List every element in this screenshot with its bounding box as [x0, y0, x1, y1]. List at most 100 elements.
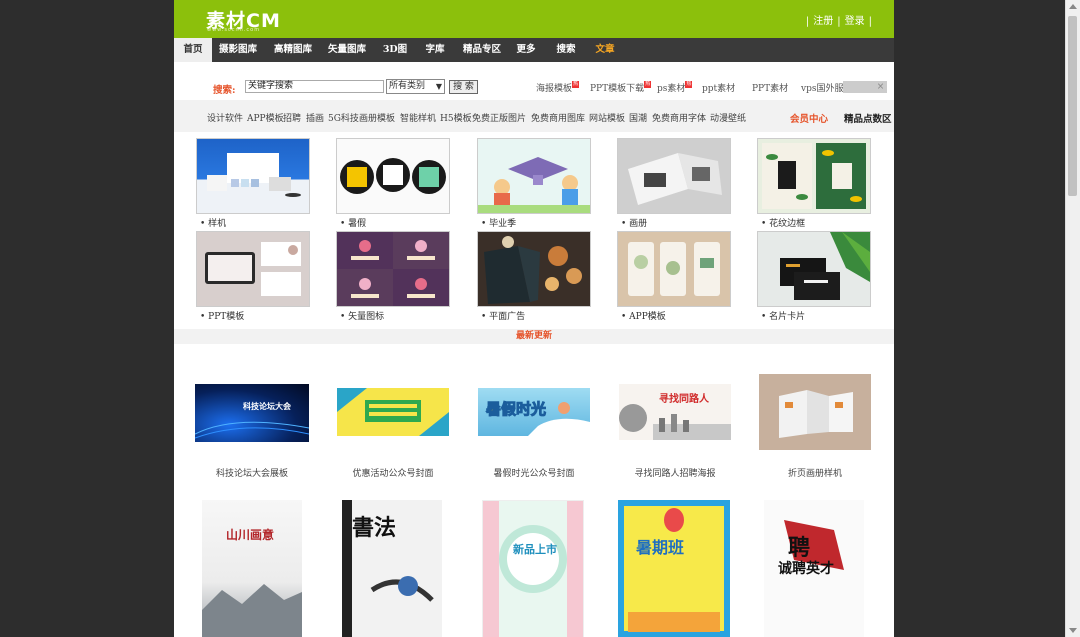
ppt-template-image [205, 242, 301, 296]
category-card-graduation[interactable]: • 毕业季 [477, 138, 591, 229]
login-link[interactable]: 登录 [845, 16, 865, 27]
category-card-pattern-border[interactable]: • 花纹边框 [757, 138, 871, 229]
poster-item[interactable]: 聘 诚聘英才 [764, 500, 864, 637]
page-container: 素材CM www.sccnn.com | 注册 | 登录 | 首页 摄影图库 高精图库 … [174, 0, 894, 637]
nav-item-search[interactable]: 搜索 [554, 38, 578, 62]
poster-caption: 暑期班 [636, 538, 685, 557]
category-label: • 平面广告 [481, 312, 526, 322]
nav-item-more[interactable]: 更多 [514, 38, 538, 62]
hot-link-ps[interactable]: ps素材热 [657, 81, 693, 94]
scrollbar[interactable] [1065, 0, 1080, 637]
latest-item-title: 科技论坛大会展板 [215, 469, 289, 479]
tag-link[interactable]: 智能样机 [400, 111, 436, 124]
category-label: • 暑假 [340, 219, 367, 229]
tag-link[interactable]: 招聘 [283, 111, 301, 124]
tag-link[interactable]: 5G科技 [328, 111, 359, 124]
tag-link[interactable]: 免费商用字体 [652, 111, 706, 124]
latest-thumb [759, 374, 871, 450]
tag-link[interactable]: 插画 [306, 111, 324, 124]
register-link[interactable]: 注册 [813, 16, 833, 27]
close-icon[interactable]: × [875, 81, 886, 93]
scroll-up-icon[interactable] [1069, 4, 1077, 9]
category-label: • 画册 [621, 219, 648, 229]
summer-class-image [624, 506, 724, 632]
poster-item[interactable]: 書法 [342, 500, 442, 637]
category-card-app[interactable]: • APP模板 [617, 231, 731, 322]
poster-item[interactable]: 暑期班 [618, 500, 730, 637]
summer-wave-image [528, 402, 590, 436]
folding-brochure-image [779, 390, 853, 438]
hot-link-ppt-material-2[interactable]: PPT素材 [752, 81, 788, 94]
graduation-image [478, 157, 590, 213]
latest-item[interactable]: 折页画册样机 [757, 374, 873, 480]
nav-item-photo[interactable]: 摄影图库 [216, 38, 260, 62]
category-thumb [336, 231, 450, 307]
app-template-image [628, 242, 720, 296]
recruit-poster-image [619, 404, 731, 440]
category-label: • PPT模板 [200, 312, 245, 322]
tag-link[interactable]: 动漫壁纸 [710, 111, 746, 124]
tag-link[interactable]: 国潮 [629, 111, 647, 124]
category-card-summer[interactable]: • 暑假 [336, 138, 450, 229]
nav-item-fonts[interactable]: 字库 [423, 38, 447, 62]
tags-bar: 设计软件 APP模板 招聘 插画 5G科技 画册模板 智能样机 H5模板 免费正… [174, 100, 894, 132]
search-button[interactable]: 搜 索 [449, 80, 478, 94]
logo-domain: www.sccnn.com [207, 27, 261, 33]
nav-item-home[interactable]: 首页 [174, 38, 212, 62]
scroll-down-icon[interactable] [1069, 628, 1077, 633]
latest-item[interactable]: 优惠活动公众号封面 [335, 388, 451, 480]
poster-item[interactable]: 山川画意 [202, 500, 302, 637]
category-thumb [477, 231, 591, 307]
hot-link-poster[interactable]: 海报模板热 [536, 81, 580, 94]
category-card-mockup[interactable]: • 样机 [196, 138, 310, 229]
nav-item-articles[interactable]: 文章 [593, 38, 617, 62]
tag-link[interactable]: 网站模板 [589, 111, 625, 124]
nav-item-3d[interactable]: 3D图库 [379, 38, 411, 79]
latest-item-title: 优惠活动公众号封面 [352, 469, 434, 479]
hot-link-ppt-download[interactable]: PPT模板下载热 [590, 81, 652, 94]
tag-link[interactable]: 设计软件 [207, 111, 243, 124]
category-card-vector-icon[interactable]: • 矢量图标 [336, 231, 450, 322]
category-label: • APP模板 [621, 312, 666, 322]
hot-link-ppt-material[interactable]: ppt素材 [702, 81, 735, 94]
tag-link[interactable]: 画册模板 [359, 111, 395, 124]
category-card-business-card[interactable]: • 名片卡片 [757, 231, 871, 322]
pattern-border-image [762, 143, 866, 209]
category-card-print-ad[interactable]: • 平面广告 [477, 231, 591, 322]
category-label: • 名片卡片 [761, 312, 806, 322]
latest-thumb: 暑假时光 [478, 388, 590, 436]
calligraphy-image [342, 500, 434, 637]
latest-thumb: 科技论坛大会 [195, 384, 309, 442]
member-center-link[interactable]: 会员中心 [790, 111, 828, 125]
category-thumb [196, 231, 310, 307]
category-card-brochure[interactable]: • 画册 [617, 138, 731, 229]
nav-item-premium[interactable]: 精品专区 [460, 38, 504, 62]
latest-updates-title: 最新更新 [515, 331, 552, 341]
latest-item[interactable]: 寻找同路人 寻找同路人招聘海报 [617, 384, 733, 480]
points-zone-link[interactable]: 精品点数区 [844, 111, 892, 125]
main-nav: 首页 摄影图库 高精图库 矢量图库 3D图库 字库 精品专区 更多 搜索 文章 [174, 38, 894, 79]
tag-link[interactable]: H5模板 [440, 111, 472, 124]
category-select[interactable]: 所有类别 ▼ [386, 79, 445, 94]
brochure-image [628, 153, 722, 205]
search-input[interactable]: 关键字搜索 [245, 80, 384, 93]
category-thumb [757, 138, 871, 214]
nav-item-vector[interactable]: 矢量图库 [325, 38, 369, 62]
promo-cover-image [337, 388, 449, 436]
category-card-ppt[interactable]: • PPT模板 [196, 231, 310, 322]
nav-item-hd[interactable]: 高精图库 [271, 38, 315, 62]
category-label: • 花纹边框 [761, 219, 806, 229]
search-label: 搜索: [213, 85, 236, 96]
hot-link-label: 海报模板 [536, 84, 573, 94]
latest-item[interactable]: 暑假时光 暑假时光公众号封面 [476, 388, 592, 480]
latest-item[interactable]: 科技论坛大会 科技论坛大会展板 [194, 384, 310, 480]
scrollbar-thumb[interactable] [1068, 16, 1077, 196]
tag-link[interactable]: 免费商用图库 [531, 111, 585, 124]
tag-link[interactable]: 免费正版图片 [472, 111, 526, 124]
poster-thumb: 山川画意 [202, 500, 302, 637]
site-header: 素材CM www.sccnn.com | 注册 | 登录 | [174, 0, 894, 38]
poster-thumb: 暑期班 [618, 500, 730, 637]
tag-link[interactable]: APP模板 [247, 111, 284, 124]
poster-item[interactable]: 新品上市 [482, 500, 584, 637]
poster-thumb: 聘 诚聘英才 [764, 500, 864, 637]
